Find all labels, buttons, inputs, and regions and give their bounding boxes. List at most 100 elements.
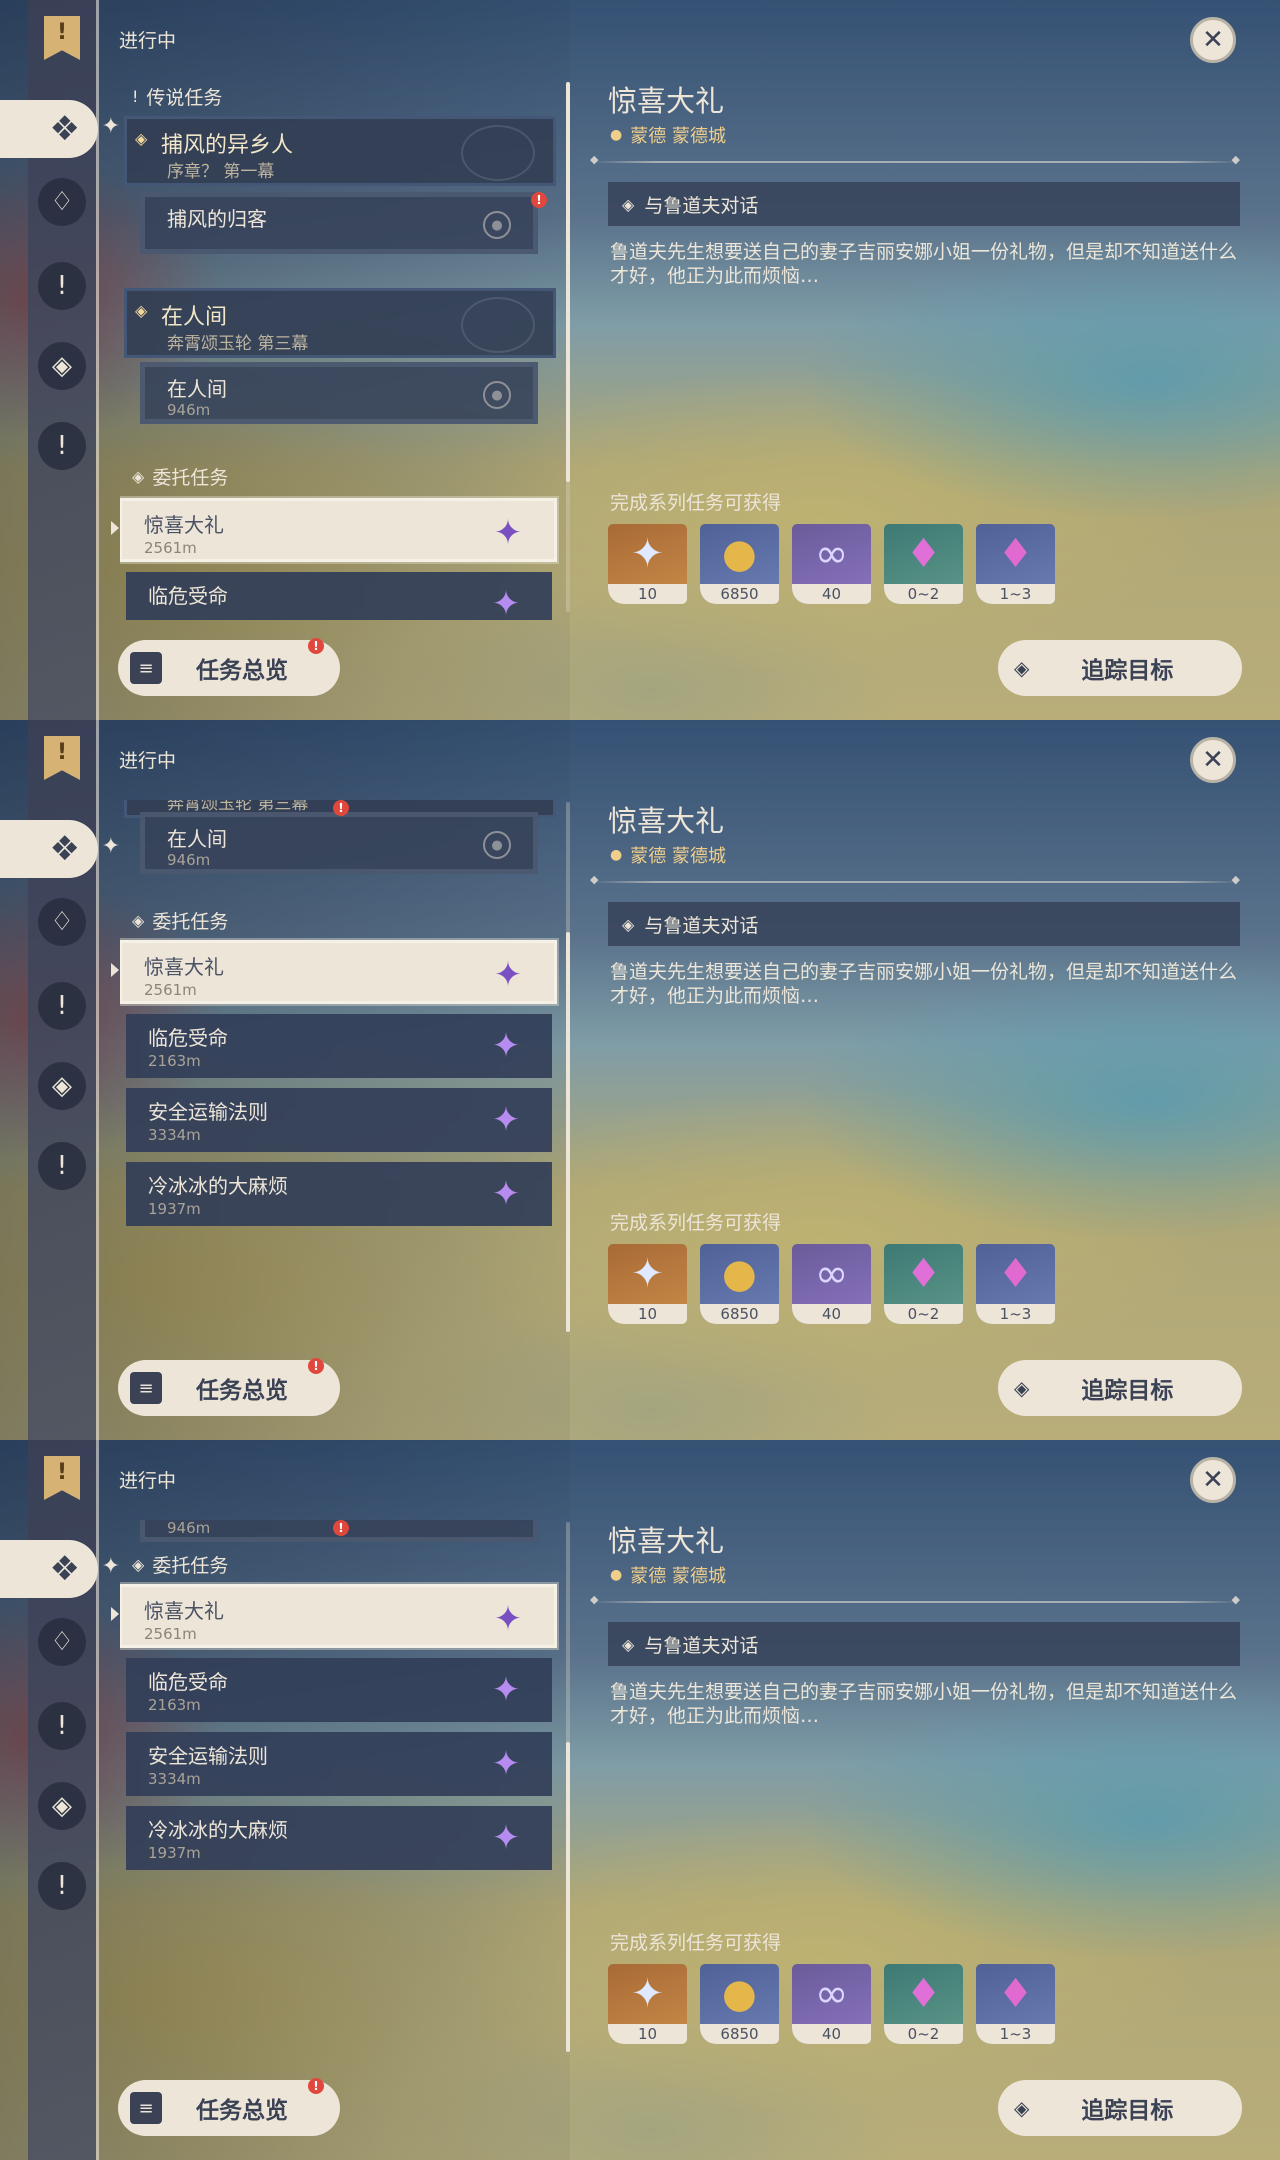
track-target-button[interactable]: ◈ 追踪目标 <box>998 2080 1242 2136</box>
commission-item-selected[interactable]: 惊喜大礼 2561m ✦ <box>120 498 557 562</box>
archon-quest-tab[interactable]: ❖ <box>0 820 120 878</box>
crystal-chunk-icon: ♦ <box>905 531 942 577</box>
quest-screen-1: ! ❖ ♢ ! ◈ ! 进行中 ✕ !传说任务 ◈ 捕风的异乡人 序章？ 第一幕… <box>0 0 1280 720</box>
quest-group-header[interactable]: ◈ 在人间 奔霄颂玉轮 第三幕 <box>124 288 556 358</box>
archon-quest-icon: ❖ <box>49 1549 80 1589</box>
story-quest-icon[interactable]: ♢ <box>38 1618 86 1666</box>
scroll-thumb[interactable] <box>566 1742 570 2052</box>
commission-quest-icon: ✦ <box>491 1100 521 1140</box>
commission-quest-icon: ✦ <box>491 1174 521 1214</box>
close-icon: ✕ <box>1202 25 1224 55</box>
track-target-button[interactable]: ◈ 追踪目标 <box>998 1360 1242 1416</box>
reward-item[interactable]: ∞ 40 <box>792 524 871 604</box>
reward-item[interactable]: ∞ 40 <box>792 1244 871 1324</box>
quest-overview-button[interactable]: ≡ 任务总览 ! <box>118 1358 340 1416</box>
close-button[interactable]: ✕ <box>1190 17 1236 63</box>
story-quest-icon[interactable]: ♢ <box>38 178 86 226</box>
archon-quest-tab[interactable]: ❖ <box>0 1540 120 1598</box>
quest-list[interactable]: 946m ! ◈ 委托任务 惊喜大礼 2561m ✦ 临危受命 2163m ✦ 安… <box>120 1520 560 2060</box>
commission-item-selected[interactable]: 惊喜大礼 2561m ✦ <box>120 1584 557 1648</box>
event-quest-icon[interactable]: ◈ <box>38 1782 86 1830</box>
diamond-icon: ◈ <box>622 194 635 214</box>
quest-group-header[interactable]: ◈ 捕风的异乡人 序章？ 第一幕 <box>124 116 556 186</box>
mora-icon: ● <box>722 1251 757 1297</box>
quest-subitem[interactable]: 在人间 946m ● <box>140 362 538 424</box>
reward-item[interactable]: ♦ 1~3 <box>976 524 1055 604</box>
mora-icon: ● <box>722 531 757 577</box>
commission-quest-icon: ✦ <box>491 584 521 620</box>
quest-title: 惊喜大礼 <box>608 1524 725 1558</box>
divider <box>590 1593 1240 1606</box>
story-quest-icon[interactable]: ♢ <box>38 898 86 946</box>
quest-subitem[interactable]: 在人间 946m ● <box>140 812 538 874</box>
overview-book-icon: ≡ <box>130 652 162 684</box>
close-button[interactable]: ✕ <box>1190 737 1236 783</box>
quest-step: ◈ 与鲁道夫对话 <box>608 902 1240 946</box>
scroll-thumb[interactable] <box>566 932 570 1332</box>
notification-badge: ! <box>333 800 349 816</box>
quest-list[interactable]: ◈ 在人间 奔霄颂玉轮 第三幕 在人间 946m ● ! ◈委托任务 惊喜大礼 … <box>120 800 560 1340</box>
exclamation-quest-icon[interactable]: ! <box>38 422 86 470</box>
commission-item[interactable]: 安全运输法则 3334m ✦ <box>126 1732 552 1796</box>
commission-item[interactable]: 冷冰冰的大麻烦 1937m ✦ <box>126 1806 552 1870</box>
list-scrollbar[interactable] <box>566 1522 570 2052</box>
list-scrollbar[interactable] <box>566 802 570 1332</box>
event-quest-icon[interactable]: ◈ <box>38 342 86 390</box>
quest-description: 鲁道夫先生想要送自己的妻子吉丽安娜小姐一份礼物，但是却不知道送什么才好，他正为此… <box>610 1681 1238 1727</box>
list-scrollbar[interactable] <box>566 82 570 612</box>
friendship-exp-icon: ∞ <box>814 1971 849 2017</box>
commission-icon: ◈ <box>132 466 145 486</box>
track-target-button[interactable]: ◈ 追踪目标 <box>998 640 1242 696</box>
reward-item[interactable]: ♦ 0~2 <box>884 524 963 604</box>
reward-item[interactable]: ✦ 10 <box>608 1244 687 1324</box>
reward-item[interactable]: ♦ 1~3 <box>976 1244 1055 1324</box>
reward-item[interactable]: ♦ 1~3 <box>976 1964 1055 2044</box>
location-pin-icon: ● <box>483 381 511 409</box>
commission-item[interactable]: 临危受命 2163m ✦ <box>126 1014 552 1078</box>
archon-quest-tab[interactable]: ❖ <box>0 100 120 158</box>
reward-item[interactable]: ● 6850 <box>700 524 779 604</box>
commission-item[interactable]: 冷冰冰的大麻烦 1937m ✦ <box>126 1162 552 1226</box>
quest-location: ● 蒙德 蒙德城 <box>610 846 726 867</box>
reward-item[interactable]: ● 6850 <box>700 1244 779 1324</box>
quest-description: 鲁道夫先生想要送自己的妻子吉丽安娜小姐一份礼物，但是却不知道送什么才好，他正为此… <box>610 961 1238 1007</box>
reward-item[interactable]: ♦ 0~2 <box>884 1964 963 2044</box>
rewards-label: 完成系列任务可获得 <box>610 1932 782 1954</box>
quest-title: 惊喜大礼 <box>608 804 725 838</box>
quest-subitem[interactable]: 捕风的归客 ● <box>140 192 538 254</box>
world-quest-icon[interactable]: ! <box>38 1702 86 1750</box>
anemo-emblem-icon <box>461 125 535 181</box>
reward-item[interactable]: ✦ 10 <box>608 1964 687 2044</box>
crystal-chunk-icon: ♦ <box>905 1251 942 1297</box>
selection-arrow-icon <box>111 521 119 535</box>
quest-screen-3: ! ❖ ♢ ! ◈ ! 进行中 ✕ 946m ! ◈委托任务 惊喜大礼 2561… <box>0 1440 1280 2160</box>
exclamation-quest-icon[interactable]: ! <box>38 1142 86 1190</box>
reward-item[interactable]: ♦ 0~2 <box>884 1244 963 1324</box>
scroll-thumb[interactable] <box>566 82 570 482</box>
world-quest-icon[interactable]: ! <box>38 262 86 310</box>
overview-book-icon: ≡ <box>130 2092 162 2124</box>
commission-item-selected[interactable]: 惊喜大礼 2561m ✦ <box>120 940 557 1004</box>
quest-step: ◈ 与鲁道夫对话 <box>608 182 1240 226</box>
overview-book-icon: ≡ <box>130 1372 162 1404</box>
crystal-chunk-icon: ♦ <box>905 1971 942 2017</box>
reward-item[interactable]: ✦ 10 <box>608 524 687 604</box>
commission-item[interactable]: 安全运输法则 3334m ✦ <box>126 1088 552 1152</box>
reward-item[interactable]: ● 6850 <box>700 1964 779 2044</box>
reward-item[interactable]: ∞ 40 <box>792 1964 871 2044</box>
quest-screen-2: ! ❖ ♢ ! ◈ ! 进行中 ✕ ◈ 在人间 奔霄颂玉轮 第三幕 在人间 94… <box>0 720 1280 1440</box>
commission-item[interactable]: 临危受命 ✦ <box>126 572 552 620</box>
diamond-icon: ◈ <box>622 1634 635 1654</box>
event-quest-icon[interactable]: ◈ <box>38 1062 86 1110</box>
commission-item[interactable]: 临危受命 2163m ✦ <box>126 1658 552 1722</box>
exclamation-quest-icon[interactable]: ! <box>38 1862 86 1910</box>
commission-category-header: ◈ 委托任务 <box>132 1554 229 1577</box>
world-quest-icon[interactable]: ! <box>38 982 86 1030</box>
quest-overview-button[interactable]: ≡ 任务总览 ! <box>118 2078 340 2136</box>
quest-overview-button[interactable]: ≡ 任务总览 ! <box>118 638 340 696</box>
primogem-icon: ✦ <box>630 531 665 577</box>
quest-list[interactable]: ! 传说任务 ◈ 捕风的异乡人 序章？ 第一幕 捕风的归客 ● ! ◈ 在人间 奔… <box>120 80 560 620</box>
close-button[interactable]: ✕ <box>1190 1457 1236 1503</box>
enhancement-ore-icon: ♦ <box>997 531 1034 577</box>
location-pin-icon: ● <box>610 127 623 143</box>
